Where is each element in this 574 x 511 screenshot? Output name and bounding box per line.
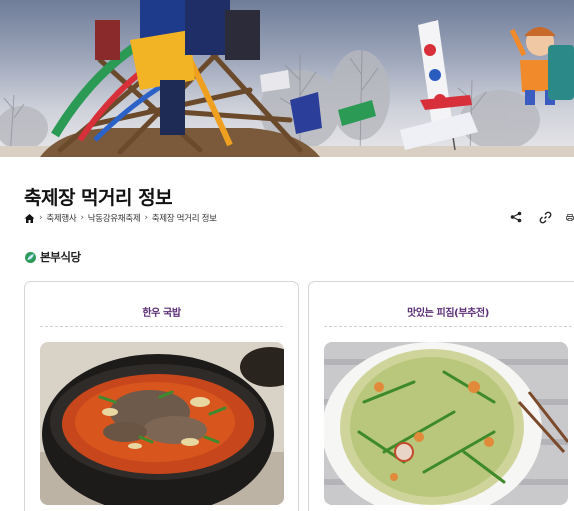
food-card[interactable]: 한우 국밥 [24, 281, 299, 511]
beef-soup-photo [40, 342, 284, 505]
card-divider [324, 326, 572, 327]
festival-banner [0, 0, 574, 157]
breadcrumb-item-current: 축제장 먹거리 정보 [151, 214, 217, 224]
share-icon[interactable] [508, 209, 524, 225]
section-heading: 본부식당 [24, 249, 81, 265]
breadcrumb-separator-icon: › [39, 213, 43, 223]
festival-banner-illustration [0, 0, 574, 157]
chive-pancake-photo [324, 342, 568, 505]
page-tools [508, 209, 574, 225]
breadcrumb-separator-icon: › [80, 213, 84, 223]
section-title: 본부식당 [40, 250, 81, 264]
leaf-icon [24, 251, 37, 264]
food-card-title: 맛있는 피짐(부추전) [407, 308, 489, 319]
breadcrumb-item-1[interactable]: 축제행사 [46, 212, 76, 224]
page-title: 축제장 먹거리 정보 [24, 187, 173, 209]
breadcrumb: › 축제행사 › 낙동강유채축제 › 축제장 먹거리 정보 [24, 212, 217, 224]
breadcrumb-item-2[interactable]: 낙동강유채축제 [88, 212, 141, 224]
home-icon[interactable] [24, 213, 35, 224]
print-icon[interactable] [566, 209, 574, 225]
food-card[interactable]: 맛있는 피짐(부추전) [308, 281, 574, 511]
link-icon[interactable] [537, 209, 553, 225]
breadcrumb-separator-icon: › [144, 213, 148, 223]
card-divider [40, 326, 283, 327]
food-card-title: 한우 국밥 [142, 308, 181, 319]
